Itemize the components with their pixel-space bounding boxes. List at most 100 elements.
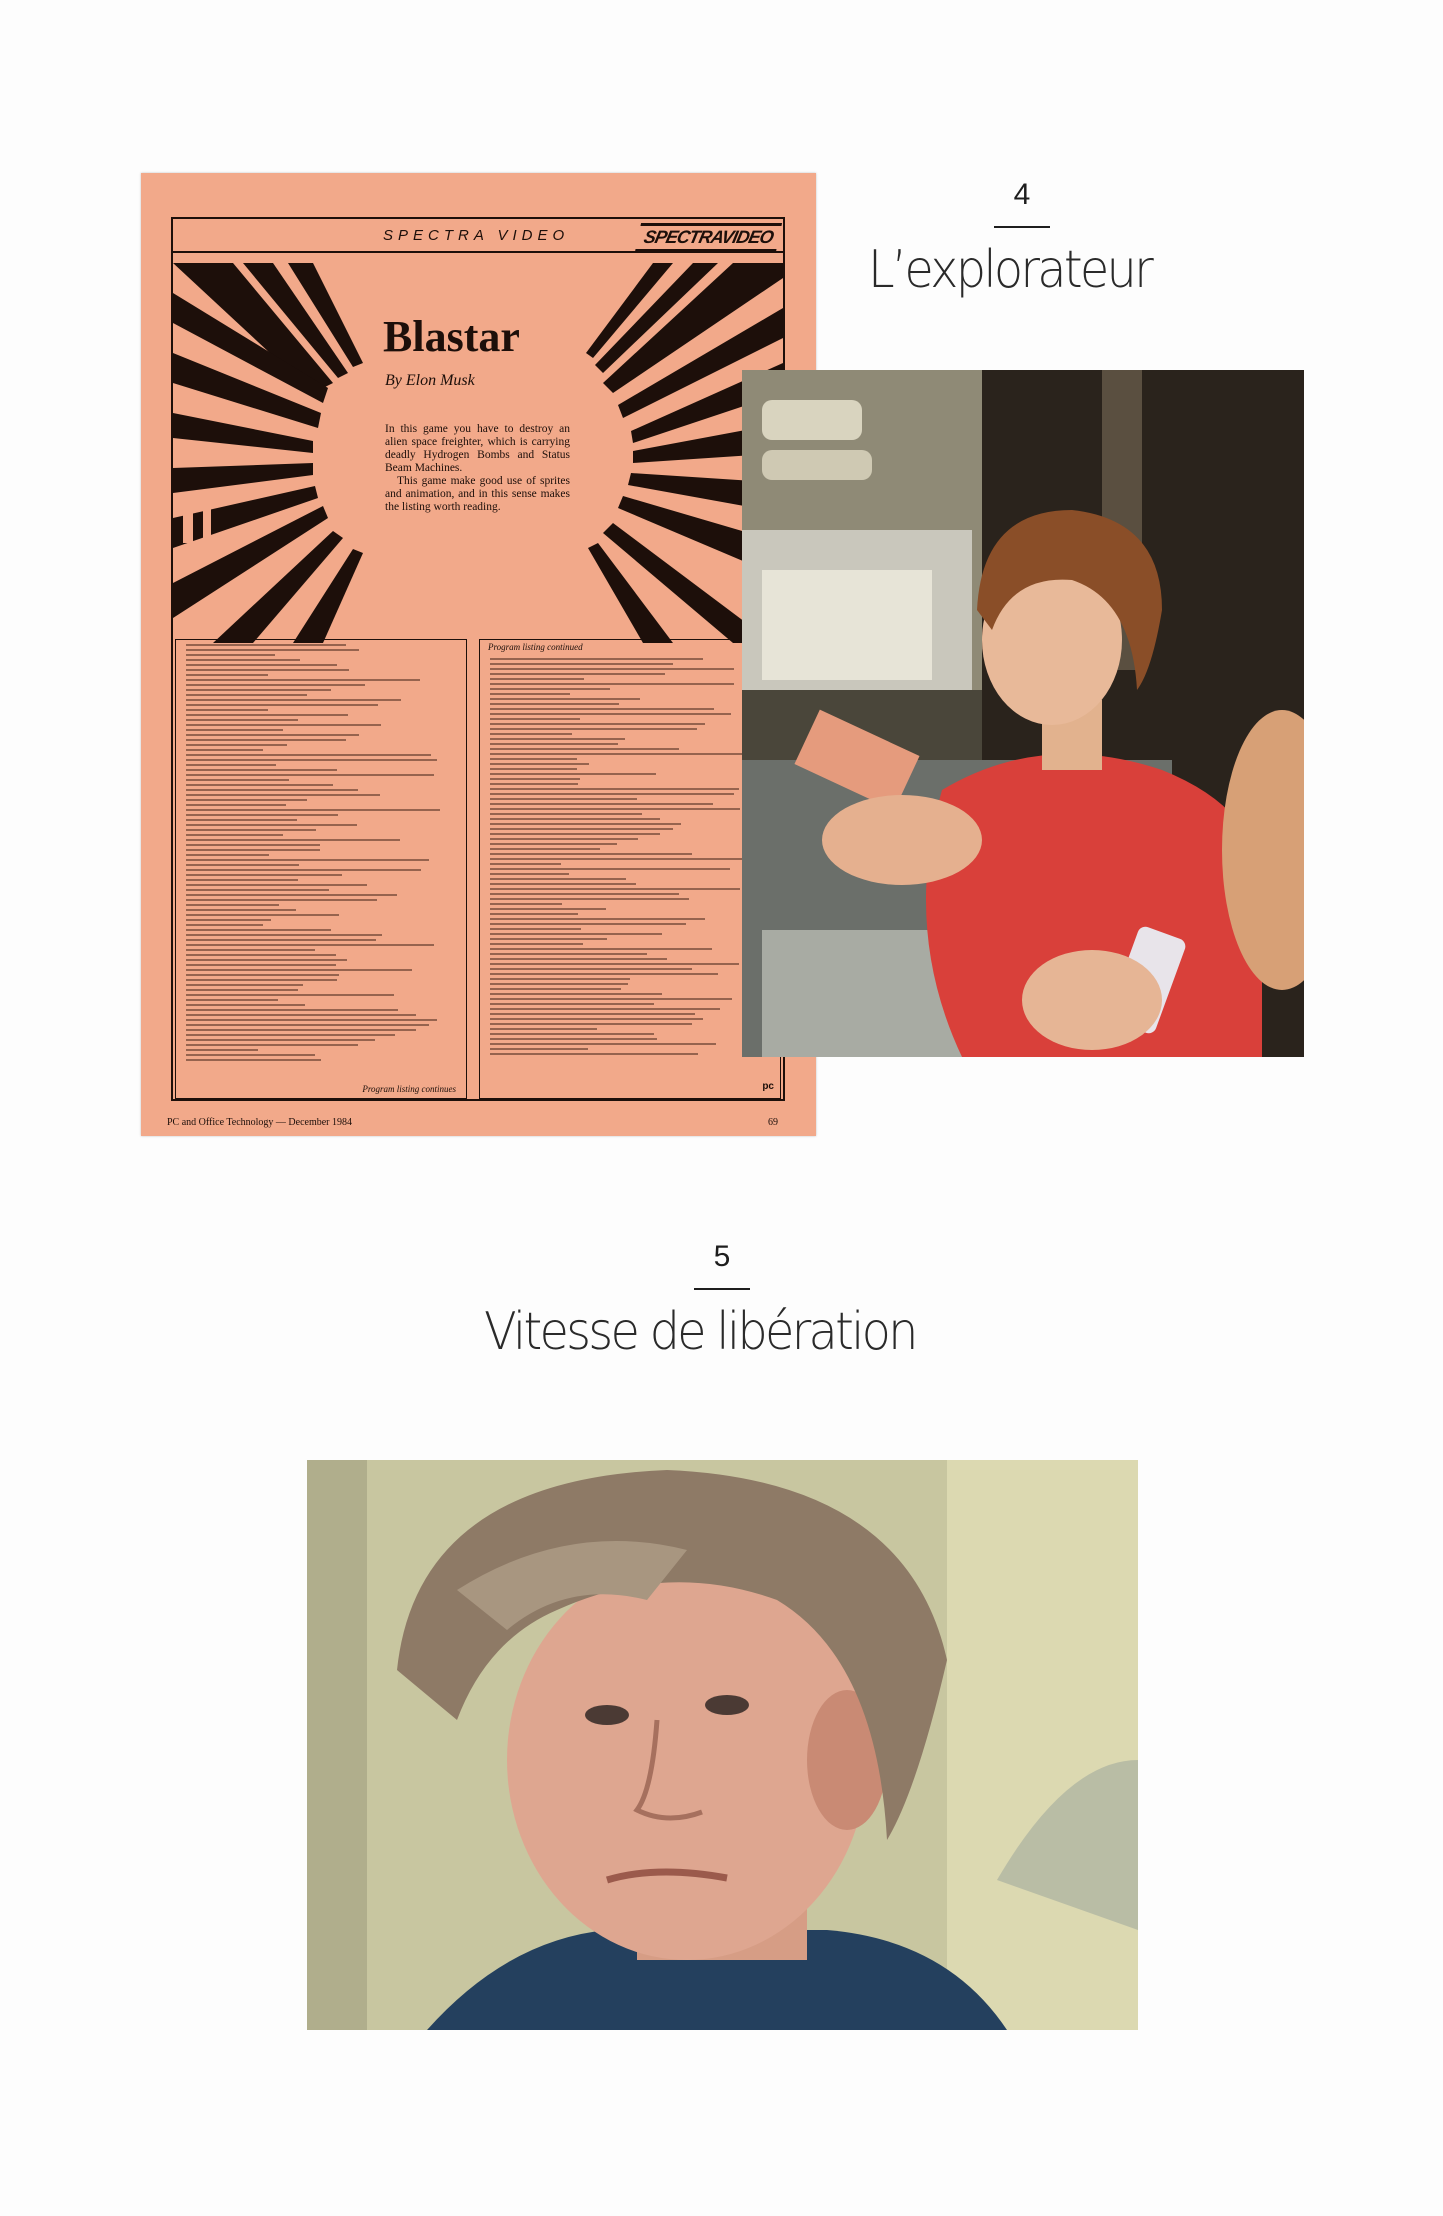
code-line <box>186 984 304 986</box>
code-line <box>490 948 712 950</box>
code-line <box>490 888 740 890</box>
code-line <box>490 953 647 955</box>
code-line <box>490 848 601 850</box>
code-line <box>186 744 287 746</box>
code-line <box>490 833 661 835</box>
code-line <box>490 933 663 935</box>
code-line <box>186 954 337 956</box>
code-line <box>186 674 269 676</box>
code-line <box>186 814 338 816</box>
code-line <box>490 803 714 805</box>
code-line <box>186 644 347 646</box>
code-line <box>186 944 435 946</box>
code-line <box>186 964 337 966</box>
code-line <box>490 908 607 910</box>
code-line <box>186 794 381 796</box>
code-line <box>490 873 569 875</box>
code-line <box>186 1024 429 1026</box>
code-line <box>490 928 581 930</box>
code-line <box>490 658 703 660</box>
code-line <box>490 1023 692 1025</box>
code-line <box>186 979 337 981</box>
code-line <box>490 698 641 700</box>
code-line <box>490 838 638 840</box>
code-line <box>186 899 377 901</box>
code-line <box>186 769 338 771</box>
code-line <box>490 1033 655 1035</box>
code-line <box>186 809 440 811</box>
code-line <box>490 663 673 665</box>
code-line <box>490 878 626 880</box>
code-line <box>186 1009 399 1011</box>
code-line <box>490 708 715 710</box>
code-line <box>490 1013 695 1015</box>
code-line <box>186 699 402 701</box>
magazine-scan: SPECTRA VIDEO SPECTRAVIDEO Blastar By El… <box>141 173 816 1136</box>
code-line <box>186 949 315 951</box>
code-line <box>490 988 621 990</box>
code-line <box>490 858 751 860</box>
magazine-page-number: 69 <box>768 1117 778 1128</box>
code-line <box>186 1014 416 1016</box>
code-line <box>186 974 339 976</box>
code-line <box>186 664 338 666</box>
code-line <box>490 1053 698 1055</box>
intro-paragraph-1: In this game you have to destroy an alie… <box>385 423 570 474</box>
code-line <box>186 1059 322 1061</box>
listing-continued-label: Program listing continued <box>488 642 583 652</box>
code-line <box>490 868 730 870</box>
code-line <box>490 893 679 895</box>
code-line <box>186 789 358 791</box>
code-line <box>186 904 280 906</box>
code-line <box>186 969 412 971</box>
magazine-header: SPECTRA VIDEO SPECTRAVIDEO <box>173 219 783 253</box>
code-line <box>490 863 562 865</box>
code-line <box>490 818 660 820</box>
code-line <box>186 704 378 706</box>
code-line <box>186 959 348 961</box>
magazine-header-label: SPECTRA VIDEO <box>383 227 570 244</box>
code-line <box>186 754 431 756</box>
code-line <box>186 779 290 781</box>
code-line <box>490 963 740 965</box>
code-line <box>490 743 619 745</box>
code-line <box>490 778 580 780</box>
code-line <box>490 903 562 905</box>
code-line <box>490 813 642 815</box>
code-line <box>490 718 580 720</box>
code-line <box>186 849 320 851</box>
code-line <box>186 829 316 831</box>
code-line <box>186 824 357 826</box>
code-line <box>186 759 437 761</box>
code-line <box>186 914 339 916</box>
code-line <box>186 739 346 741</box>
code-line <box>186 819 298 821</box>
code-line <box>490 673 665 675</box>
magazine-footer-source: PC and Office Technology — December 1984 <box>167 1117 352 1128</box>
code-line <box>186 1029 417 1031</box>
code-line <box>186 994 394 996</box>
code-line <box>186 1049 259 1051</box>
magazine-footer: PC and Office Technology — December 1984… <box>167 1117 778 1128</box>
code-line <box>490 1008 721 1010</box>
code-line <box>490 783 578 785</box>
code-line <box>490 968 693 970</box>
code-line <box>186 894 397 896</box>
code-line <box>490 1028 597 1030</box>
code-line <box>490 978 630 980</box>
code-line <box>186 804 286 806</box>
intro-paragraph-2: This game make good use of sprites and a… <box>385 475 570 513</box>
code-line <box>186 1034 395 1036</box>
code-line <box>490 923 686 925</box>
code-lines-right <box>480 654 780 1062</box>
code-line <box>186 889 330 891</box>
program-listing-left: Program listing continues <box>175 639 467 1099</box>
code-line <box>490 918 705 920</box>
section-number-4: 4 <box>1013 178 1031 211</box>
code-line <box>186 844 320 846</box>
spectravideo-logo: SPECTRAVIDEO <box>635 223 783 252</box>
code-line <box>186 669 350 671</box>
code-line <box>490 738 625 740</box>
code-line <box>490 808 741 810</box>
section-rule-4 <box>994 226 1050 228</box>
